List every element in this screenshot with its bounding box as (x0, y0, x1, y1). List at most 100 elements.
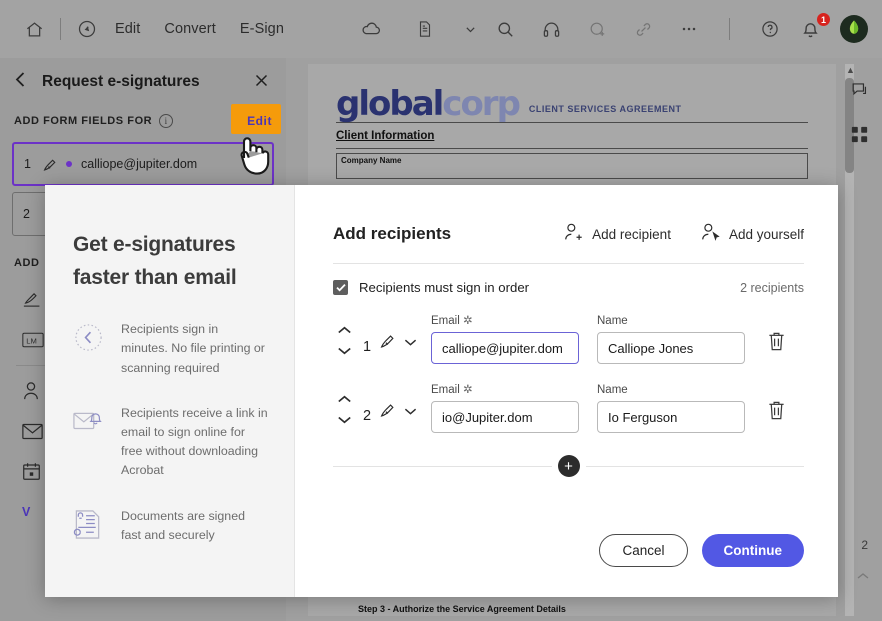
more-options-icon[interactable] (673, 13, 705, 45)
info-icon[interactable]: i (159, 114, 174, 128)
toolbar-divider-right (729, 18, 730, 40)
secure-document-icon (73, 507, 107, 545)
document-icon[interactable] (409, 13, 441, 45)
menu-esign[interactable]: E-Sign (228, 16, 296, 42)
document-footer-line: Step 3 - Authorize the Service Agreement… (358, 604, 566, 614)
recipient-row-1: 1 Email ✲ calliope@jupiter.dom Name Call… (333, 313, 804, 364)
modal-actions: Cancel Continue (599, 534, 804, 567)
application-window: Edit Convert E-Sign 1 globalcorp CLIENT … (0, 0, 882, 621)
required-mark: ✲ (462, 315, 473, 327)
person-cursor-icon (701, 223, 720, 245)
add-recipients-modal: Get e-signatures faster than email Recip… (45, 185, 838, 597)
add-row-line-right (585, 465, 804, 467)
modal-recipients-panel: Add recipients Add recipient Add yoursel… (295, 185, 838, 597)
modal-header: Add recipients Add recipient Add yoursel… (333, 223, 804, 245)
sidebar-title: Request e-signatures (42, 73, 200, 90)
sidebar-edit-button[interactable]: Edit (231, 104, 282, 134)
top-toolbar: Edit Convert E-Sign 1 (0, 0, 882, 58)
promo-feature-1: Recipients sign in minutes. No file prin… (73, 320, 268, 378)
home-icon[interactable] (18, 13, 50, 45)
recipient-1-name-label: Name (597, 315, 628, 327)
chevron-down-icon[interactable] (463, 13, 477, 45)
recipient-1-name-input[interactable] (597, 332, 745, 364)
promo-headline: Get e-signatures faster than email (73, 233, 237, 289)
add-yourself-label: Add yourself (728, 226, 804, 242)
right-tool-rail (836, 58, 882, 621)
document-field-company-name: Company Name (336, 152, 808, 179)
document-title: CLIENT SERVICES AGREEMENT (528, 103, 682, 114)
email-bell-icon (73, 404, 107, 439)
recipient-count: 2 recipients (740, 280, 804, 295)
recipient-2-email-input[interactable] (431, 401, 579, 433)
recipient-2-delete-button[interactable] (767, 400, 786, 433)
add-yourself-button[interactable]: Add yourself (701, 223, 804, 245)
menu-edit[interactable]: Edit (103, 16, 152, 42)
recipient-2-email-label: Email ✲ (431, 384, 473, 396)
close-icon[interactable] (250, 72, 272, 92)
continue-button[interactable]: Continue (701, 534, 804, 567)
cloud-icon[interactable] (355, 13, 387, 45)
headphones-icon[interactable] (535, 13, 567, 45)
clock-icon (73, 320, 107, 358)
sidebar-recipient-1-number: 1 (24, 157, 31, 171)
move-up-icon (337, 395, 351, 403)
recipient-2-name-input[interactable] (597, 401, 745, 433)
recipient-2-name-label: Name (597, 384, 628, 396)
recipient-1-index: 1 (362, 339, 372, 355)
required-mark: ✲ (462, 384, 473, 396)
logo-text-primary: global (336, 84, 444, 124)
sidebar-recipient-1-color-dot (66, 161, 72, 167)
sign-in-order-label: Recipients must sign in order (359, 280, 530, 295)
search-icon[interactable] (489, 13, 521, 45)
recipient-2-name-group: Name (597, 384, 745, 433)
chevron-down-icon (404, 334, 417, 352)
promo-feature-2-text: Recipients receive a link in email to si… (121, 405, 268, 478)
recipient-1-email-input[interactable] (431, 332, 579, 364)
page-up-chevron-icon[interactable] (856, 570, 870, 584)
logo-text-secondary: corp (442, 84, 521, 124)
chevron-left-icon[interactable] (14, 71, 40, 94)
scan-tool-icon[interactable] (71, 13, 103, 45)
sidebar-recipient-1-email: calliope@jupiter.dom (81, 157, 198, 171)
comment-icon[interactable] (850, 80, 869, 104)
recipient-2-reorder-controls[interactable] (333, 395, 355, 433)
apps-grid-icon[interactable] (851, 126, 868, 148)
promo-feature-3: Documents are signed fast and securely (73, 507, 268, 545)
recipient-1-name-group: Name (597, 315, 745, 364)
menu-convert[interactable]: Convert (152, 16, 227, 42)
modal-title: Add recipients (333, 224, 452, 243)
promo-feature-2: Recipients receive a link in email to si… (73, 404, 268, 481)
recipient-1-reorder-controls[interactable] (333, 326, 355, 364)
sign-in-order-checkbox[interactable] (333, 280, 348, 295)
add-stamp-icon (581, 13, 613, 45)
promo-feature-1-text: Recipients sign in minutes. No file prin… (121, 322, 265, 375)
toolbar-divider (60, 18, 61, 40)
recipient-row-2: 2 Email ✲ io@Jupiter.dom Name Io Ferguso… (333, 382, 804, 433)
avatar[interactable] (840, 15, 868, 43)
recipient-2-role-selector[interactable] (379, 400, 417, 433)
sign-in-order-row: Recipients must sign in order 2 recipien… (333, 280, 804, 295)
pen-nib-icon (42, 156, 59, 173)
help-icon[interactable] (754, 13, 786, 45)
page-number: 2 (861, 538, 868, 552)
cancel-button[interactable]: Cancel (599, 534, 688, 567)
sidebar-recipient-2-number: 2 (23, 207, 30, 221)
plus-icon[interactable]: + (557, 455, 580, 477)
document-logo: globalcorp CLIENT SERVICES AGREEMENT (336, 87, 808, 121)
recipient-1-delete-button[interactable] (767, 331, 786, 364)
add-recipient-button[interactable]: Add recipient (564, 223, 671, 245)
recipient-1-role-selector[interactable] (379, 331, 417, 364)
sidebar-header: Request e-signatures (0, 58, 286, 106)
pen-nib-icon (379, 400, 398, 424)
add-row-line-left (333, 465, 552, 467)
notifications-icon[interactable]: 1 (800, 12, 831, 42)
recipient-1-email-group: Email ✲ (431, 313, 579, 364)
add-person-icon (564, 223, 583, 245)
modal-promo-panel: Get e-signatures faster than email Recip… (45, 185, 295, 597)
promo-feature-3-text: Documents are signed fast and securely (121, 508, 245, 542)
modal-header-divider (333, 263, 804, 264)
sidebar-section-label: ADD FORM FIELDS FOR (14, 115, 153, 127)
add-recipient-row: + (333, 455, 804, 477)
chevron-down-icon (404, 403, 417, 421)
pen-nib-icon (379, 331, 398, 355)
